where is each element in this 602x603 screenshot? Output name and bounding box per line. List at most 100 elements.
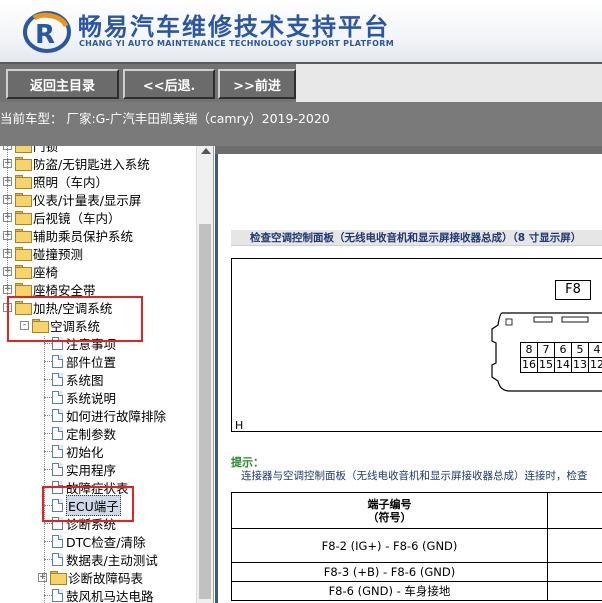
- tree-connector: [44, 541, 52, 542]
- tree-connector: [44, 523, 52, 524]
- tree-item[interactable]: + 辅助乘员保护系统: [3, 226, 133, 244]
- connector-pin: 12: [588, 357, 602, 373]
- tree-item[interactable]: - 空调系统: [20, 316, 100, 334]
- folder-icon: [15, 211, 32, 225]
- tree-item[interactable]: - 加热/空调系统: [3, 298, 112, 316]
- tree-item-label: 辅助乘员保护系统: [33, 228, 134, 244]
- value-cell: [547, 581, 602, 601]
- tree-item[interactable]: + 碰撞预测: [3, 244, 83, 262]
- site-title: 畅易汽车维修技术支持平台: [78, 13, 390, 41]
- tree-item[interactable]: ECU端子: [52, 494, 121, 516]
- document-icon: [52, 588, 63, 602]
- terminal-header-line2: （符号）: [367, 510, 412, 524]
- table-row: F8-6 (GND) - 车身接地: [231, 581, 602, 601]
- tree-connector: [7, 146, 8, 311]
- tree-item[interactable]: + 仪表/计量表/显示屏: [3, 190, 141, 208]
- tree-connector: [44, 451, 52, 452]
- tree-connector: [44, 415, 52, 416]
- sidebar-tree-panel: +门锁+防盗/无钥匙进入系统+照明（车内）+仪表/计量表/显示屏+后视镜（车内）…: [0, 146, 214, 603]
- collapse-icon[interactable]: -: [20, 320, 29, 330]
- tree-item-label: 防盗/无钥匙进入系统: [33, 156, 150, 172]
- terminal-cell: F8-6 (GND) - 车身接地: [231, 581, 548, 601]
- tree-connector: [44, 595, 52, 596]
- folder-icon: [15, 247, 32, 261]
- tree-connector: [44, 336, 45, 603]
- connector-pin: 7: [537, 342, 555, 358]
- pin-grid: 87654316151413121: [520, 342, 602, 373]
- tree-item-label: 数据表/主动测试: [66, 552, 158, 568]
- document-icon: [52, 336, 63, 350]
- tree-connector: [44, 559, 52, 560]
- tree-scrollbar[interactable]: [196, 146, 213, 603]
- tree-item-label: 座椅安全带: [33, 282, 96, 298]
- tree-item[interactable]: 系统图: [52, 370, 104, 388]
- tree-item-label: 诊断故障码表: [68, 570, 144, 586]
- connector-pin: 13: [571, 357, 589, 373]
- tree-item[interactable]: 实用程序: [52, 460, 116, 478]
- site-subtitle: CHANG YI AUTO MAINTENANCE TECHNOLOGY SUP…: [79, 39, 394, 48]
- tree-item[interactable]: 注意事项: [52, 334, 116, 352]
- tree-item[interactable]: 数据表/主动测试: [52, 550, 158, 568]
- connector-pin: 6: [554, 342, 572, 358]
- content-panel: 检查空调控制面板（无线电收音机和显示屏接收器总成）（8 寸显示屏） F8 876…: [215, 146, 602, 603]
- connector-pin: 14: [554, 357, 572, 373]
- tree-item[interactable]: + 防盗/无钥匙进入系统: [3, 154, 150, 172]
- svg-text:R: R: [35, 20, 55, 50]
- tree-item-label: 加热/空调系统: [33, 300, 113, 316]
- tree-item[interactable]: 故障症状表: [52, 478, 129, 496]
- connector-diagram: F8 87654316151413121 H: [231, 258, 602, 432]
- tree-item[interactable]: 系统说明: [52, 388, 116, 406]
- expand-icon[interactable]: +: [38, 572, 47, 582]
- document-icon: [52, 498, 63, 512]
- tree-connector: [44, 505, 52, 506]
- tree-item[interactable]: DTC检查/清除: [52, 532, 145, 550]
- tree-item[interactable]: + 座椅: [3, 262, 58, 280]
- tree-item[interactable]: 如何进行故障排除: [52, 406, 166, 424]
- document-icon: [52, 444, 63, 458]
- tree-connector: [44, 487, 52, 488]
- folder-icon: [15, 265, 32, 279]
- tree-item-label: 碰撞预测: [33, 246, 84, 262]
- tree-item-label: 鼓风机马达电路: [66, 588, 154, 603]
- tree-view: +门锁+防盗/无钥匙进入系统+照明（车内）+仪表/计量表/显示屏+后视镜（车内）…: [0, 146, 196, 603]
- tree-item-label: 部件位置: [66, 354, 117, 370]
- tree-item[interactable]: 诊断系统: [52, 514, 116, 532]
- tree-item-label: 系统图: [66, 372, 104, 388]
- tree-item-label: 实用程序: [66, 462, 117, 478]
- connector-pin: 4: [588, 342, 602, 358]
- tree-item[interactable]: + 座椅安全带: [3, 280, 96, 298]
- tree-item[interactable]: + 照明（车内）: [3, 172, 108, 190]
- home-button[interactable]: 返回主目录: [6, 69, 119, 99]
- document-icon: [52, 408, 63, 422]
- folder-icon: [15, 175, 32, 189]
- table-row: F8-2 (IG+) - F8-6 (GND): [231, 528, 602, 563]
- tree-item[interactable]: 部件位置: [52, 352, 116, 370]
- tree-item[interactable]: 定制参数: [52, 424, 116, 442]
- tree-item-label: 空调系统: [50, 318, 101, 334]
- terminal-cell: F8-2 (IG+) - F8-6 (GND): [231, 528, 548, 563]
- value-cell: [547, 528, 602, 563]
- tree-connector: [44, 469, 52, 470]
- folder-icon: [50, 571, 67, 585]
- tree-item[interactable]: 鼓风机马达电路: [52, 586, 154, 603]
- connector-pin: 15: [537, 357, 555, 373]
- tree-item[interactable]: + 后视镜（车内）: [3, 208, 121, 226]
- folder-icon: [15, 229, 32, 243]
- document-icon: [52, 372, 63, 386]
- document-icon: [52, 390, 63, 404]
- tree-item-label: 诊断系统: [66, 516, 117, 532]
- pin-row: 16151413121: [520, 357, 602, 373]
- document-icon: [52, 426, 63, 440]
- tree-item[interactable]: + 诊断故障码表: [38, 568, 143, 586]
- scroll-thumb[interactable]: [199, 224, 211, 599]
- back-button[interactable]: <<后退.: [123, 69, 215, 99]
- document-icon: [52, 534, 63, 548]
- tree-connector: [44, 397, 52, 398]
- section-title: 检查空调控制面板（无线电收音机和显示屏接收器总成）（8 寸显示屏）: [231, 230, 602, 246]
- document-icon: [52, 480, 63, 494]
- tree-item[interactable]: 初始化: [52, 442, 104, 460]
- tree-item-label: 定制参数: [66, 426, 117, 442]
- content-left-edge: [215, 154, 218, 603]
- scroll-up-arrow-icon[interactable]: [201, 148, 211, 154]
- forward-button[interactable]: >>前进: [218, 69, 296, 99]
